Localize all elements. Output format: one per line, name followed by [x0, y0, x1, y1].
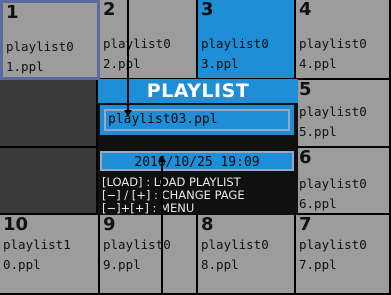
- playlist-tile-5[interactable]: 5 playlist0 5.ppl: [296, 80, 391, 148]
- tile-filename: playlist0 7.ppl: [299, 237, 367, 272]
- tile-number: 2: [103, 0, 116, 20]
- tile-filename: playlist0 5.ppl: [299, 104, 367, 139]
- tile-number: 9: [103, 214, 116, 235]
- tile-number: 10: [3, 214, 29, 235]
- tile-filename: playlist1 0.ppl: [3, 237, 71, 272]
- tile-number: 6: [299, 147, 312, 168]
- tile-filename: playlist0 4.ppl: [299, 36, 367, 71]
- playlist-tile-2[interactable]: 2 playlist0 2.ppl: [100, 0, 198, 80]
- tile-filename: playlist0 6.ppl: [299, 176, 367, 211]
- tile-number: 4: [299, 0, 312, 20]
- callout-arrow-down: [124, 110, 132, 117]
- callout-line-top: [127, 0, 129, 113]
- callout-line-bottom: [161, 160, 163, 295]
- playlist-tile-1[interactable]: 1 playlist0 1.ppl: [0, 0, 100, 80]
- tile-number: 8: [201, 214, 214, 235]
- playlist-tile-7[interactable]: 7 playlist0 7.ppl: [296, 215, 391, 295]
- tile-filename: playlist0 2.ppl: [103, 36, 171, 71]
- empty-slot: [0, 148, 98, 215]
- empty-slot: [0, 80, 98, 148]
- playlist-tile-3[interactable]: 3 playlist0 3.ppl: [198, 0, 296, 80]
- tile-number: 5: [299, 79, 312, 100]
- playlist-tile-4[interactable]: 4 playlist0 4.ppl: [296, 0, 391, 80]
- playlist-tile-8[interactable]: 8 playlist0 8.ppl: [198, 215, 296, 295]
- help-line-menu: [−]+[+] : MENU: [102, 201, 195, 215]
- playlist-tile-10[interactable]: 10 playlist1 0.ppl: [0, 215, 100, 295]
- tile-filename: playlist0 8.ppl: [201, 237, 269, 272]
- tile-filename: playlist0 1.ppl: [6, 39, 74, 74]
- key-help: [LOAD] : LOAD PLAYLIST [−] / [+] : CHANG…: [102, 176, 298, 215]
- callout-arrow-up: [158, 155, 166, 162]
- playlist-tile-6[interactable]: 6 playlist0 6.ppl: [296, 148, 391, 215]
- tile-number: 7: [299, 214, 312, 235]
- tile-filename: playlist0 3.ppl: [201, 36, 269, 71]
- datetime-field: 2016/10/25 19:09: [100, 151, 294, 171]
- playlist-tile-9[interactable]: 9 playlist0 9.ppl: [100, 215, 198, 295]
- tile-number: 3: [201, 0, 214, 20]
- tile-number: 1: [6, 2, 19, 23]
- playlist-screen: 1 playlist0 1.ppl 2 playlist0 2.ppl 3 pl…: [0, 0, 391, 295]
